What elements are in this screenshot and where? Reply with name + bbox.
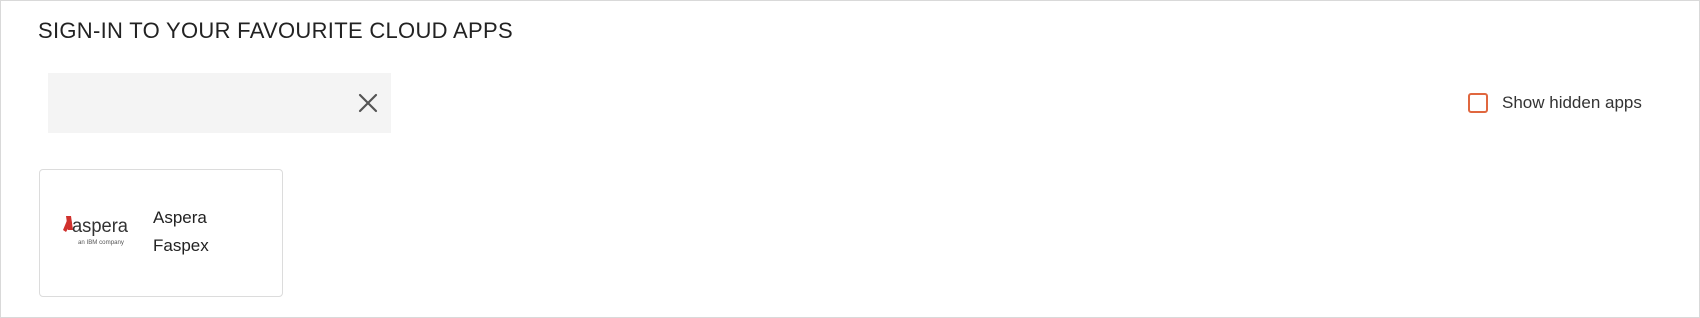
app-card-aspera-faspex[interactable]: aspera an IBM company Aspera Faspex	[39, 169, 283, 297]
show-hidden-apps-label: Show hidden apps	[1502, 93, 1642, 112]
search-box	[48, 73, 391, 133]
aspera-tagline: an IBM company	[78, 240, 124, 246]
aspera-wordmark: aspera	[72, 216, 128, 237]
show-hidden-apps-toggle[interactable]: Show hidden apps	[1468, 91, 1642, 115]
show-hidden-apps-checkbox[interactable]	[1468, 93, 1488, 113]
clear-search-button[interactable]	[348, 83, 388, 123]
page-title: SIGN-IN TO YOUR FAVOURITE CLOUD APPS	[38, 18, 513, 43]
close-icon	[358, 93, 378, 113]
aspera-logo: aspera an IBM company	[63, 216, 128, 246]
app-name: Aspera Faspex	[153, 208, 209, 255]
app-launcher-panel: SIGN-IN TO YOUR FAVOURITE CLOUD APPS Sho…	[0, 0, 1700, 318]
search-input[interactable]	[48, 73, 348, 133]
